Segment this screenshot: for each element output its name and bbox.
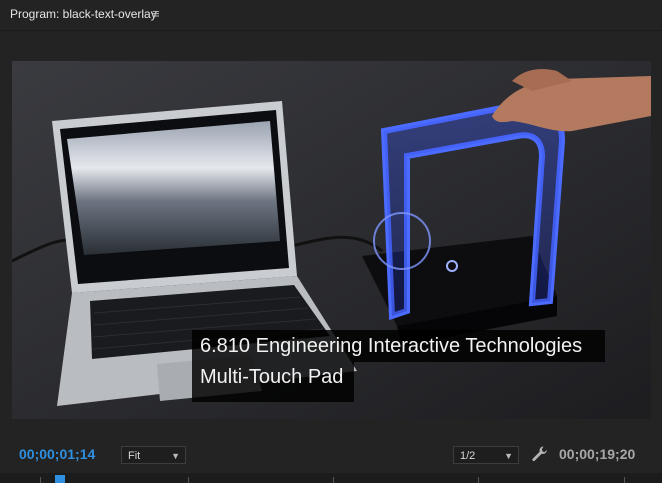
video-preview[interactable]: 6.810 Engineering Interactive Technologi…	[12, 61, 651, 419]
chevron-down-icon: ▼	[504, 451, 513, 461]
hamburger-menu-icon[interactable]: ≡	[152, 6, 160, 21]
ruler-tick	[40, 477, 41, 483]
panel-tab-header: Program: black-text-overlay ≡	[0, 0, 662, 30]
monitor-controls-bar: 00;00;01;14 Fit ▼ 1/2 ▼ 00;00;19;20	[0, 438, 662, 470]
playhead-handle[interactable]	[55, 475, 65, 483]
chevron-down-icon: ▼	[171, 451, 180, 461]
program-monitor-panel: Program: black-text-overlay ≡ 6.810 Engi…	[0, 0, 662, 483]
duration-timecode: 00;00;19;20	[559, 446, 636, 462]
tab-divider	[0, 30, 662, 31]
zoom-level-dropdown[interactable]: Fit ▼	[121, 446, 186, 464]
current-timecode[interactable]: 00;00;01;14	[19, 446, 95, 462]
playback-resolution-dropdown[interactable]: 1/2 ▼	[453, 446, 519, 464]
caption-line-1: 6.810 Engineering Interactive Technologi…	[192, 330, 605, 362]
ruler-tick	[478, 477, 479, 483]
timeline-ruler[interactable]	[0, 473, 662, 483]
ruler-tick	[624, 477, 625, 483]
ruler-tick	[333, 477, 334, 483]
zoom-level-value: Fit	[128, 450, 141, 462]
ruler-tick	[188, 477, 189, 483]
wrench-icon[interactable]	[531, 445, 549, 463]
playback-resolution-value: 1/2	[460, 450, 476, 462]
caption-line-2: Multi-Touch Pad	[192, 362, 354, 402]
panel-title[interactable]: Program: black-text-overlay	[10, 7, 157, 21]
